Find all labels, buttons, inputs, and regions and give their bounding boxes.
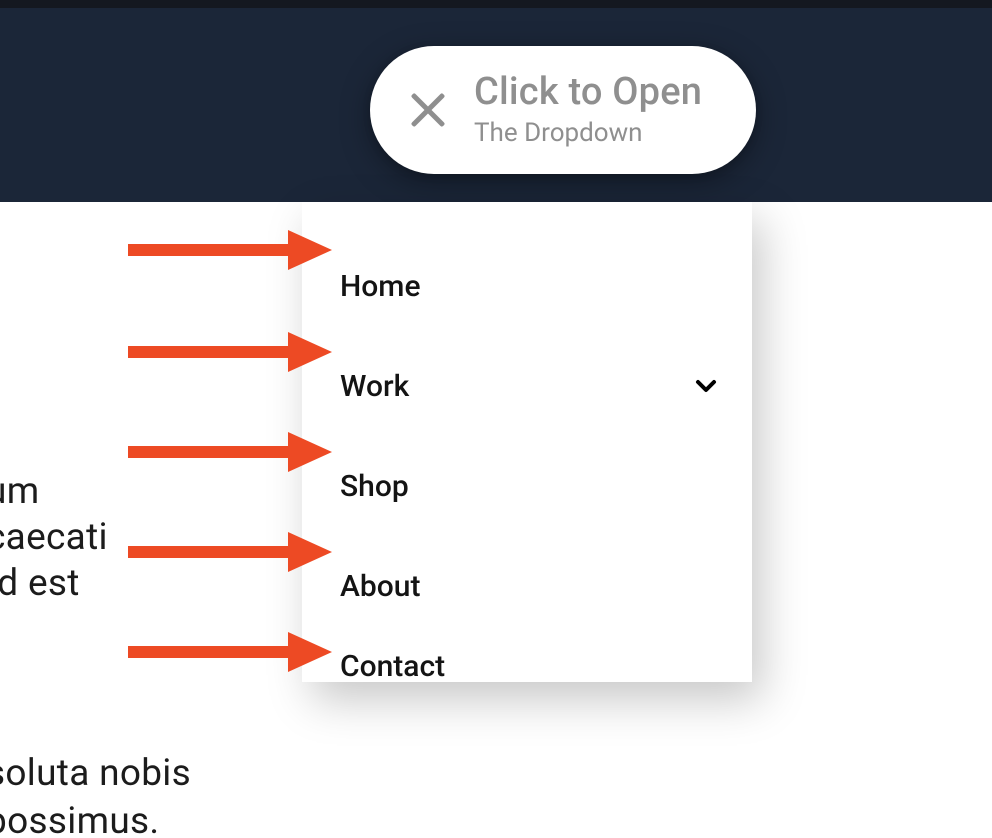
dropdown-panel: Home Work Shop About Contact [302, 202, 752, 682]
body-text-fragment: possimus. [0, 800, 159, 838]
menu-item-home[interactable]: Home [340, 236, 722, 336]
menu-item-label: Shop [340, 469, 409, 504]
menu-item-label: Home [340, 269, 421, 304]
menu-item-shop[interactable]: Shop [340, 436, 722, 536]
body-text-fragment: soluta nobis [0, 752, 191, 795]
dropdown-menu: Home Work Shop About Contact [340, 236, 722, 696]
menu-item-about[interactable]: About [340, 536, 722, 636]
menu-item-label: Contact [340, 649, 445, 684]
dropdown-button-texts: Click to Open The Dropdown [474, 71, 702, 149]
dropdown-button-subtitle: The Dropdown [474, 119, 702, 149]
menu-item-contact[interactable]: Contact [340, 636, 722, 696]
menu-item-label: Work [340, 369, 409, 404]
open-dropdown-button[interactable]: Click to Open The Dropdown [370, 46, 756, 174]
menu-item-label: About [340, 569, 420, 604]
dropdown-button-title: Click to Open [474, 71, 702, 115]
body-text-fragment: um [0, 470, 39, 513]
body-text-fragment: id est [0, 562, 80, 605]
chevron-down-icon [694, 374, 718, 398]
close-icon [406, 88, 450, 132]
window-top-strip [0, 0, 992, 8]
body-text-fragment: caecati [0, 516, 108, 559]
menu-item-work[interactable]: Work [340, 336, 722, 436]
